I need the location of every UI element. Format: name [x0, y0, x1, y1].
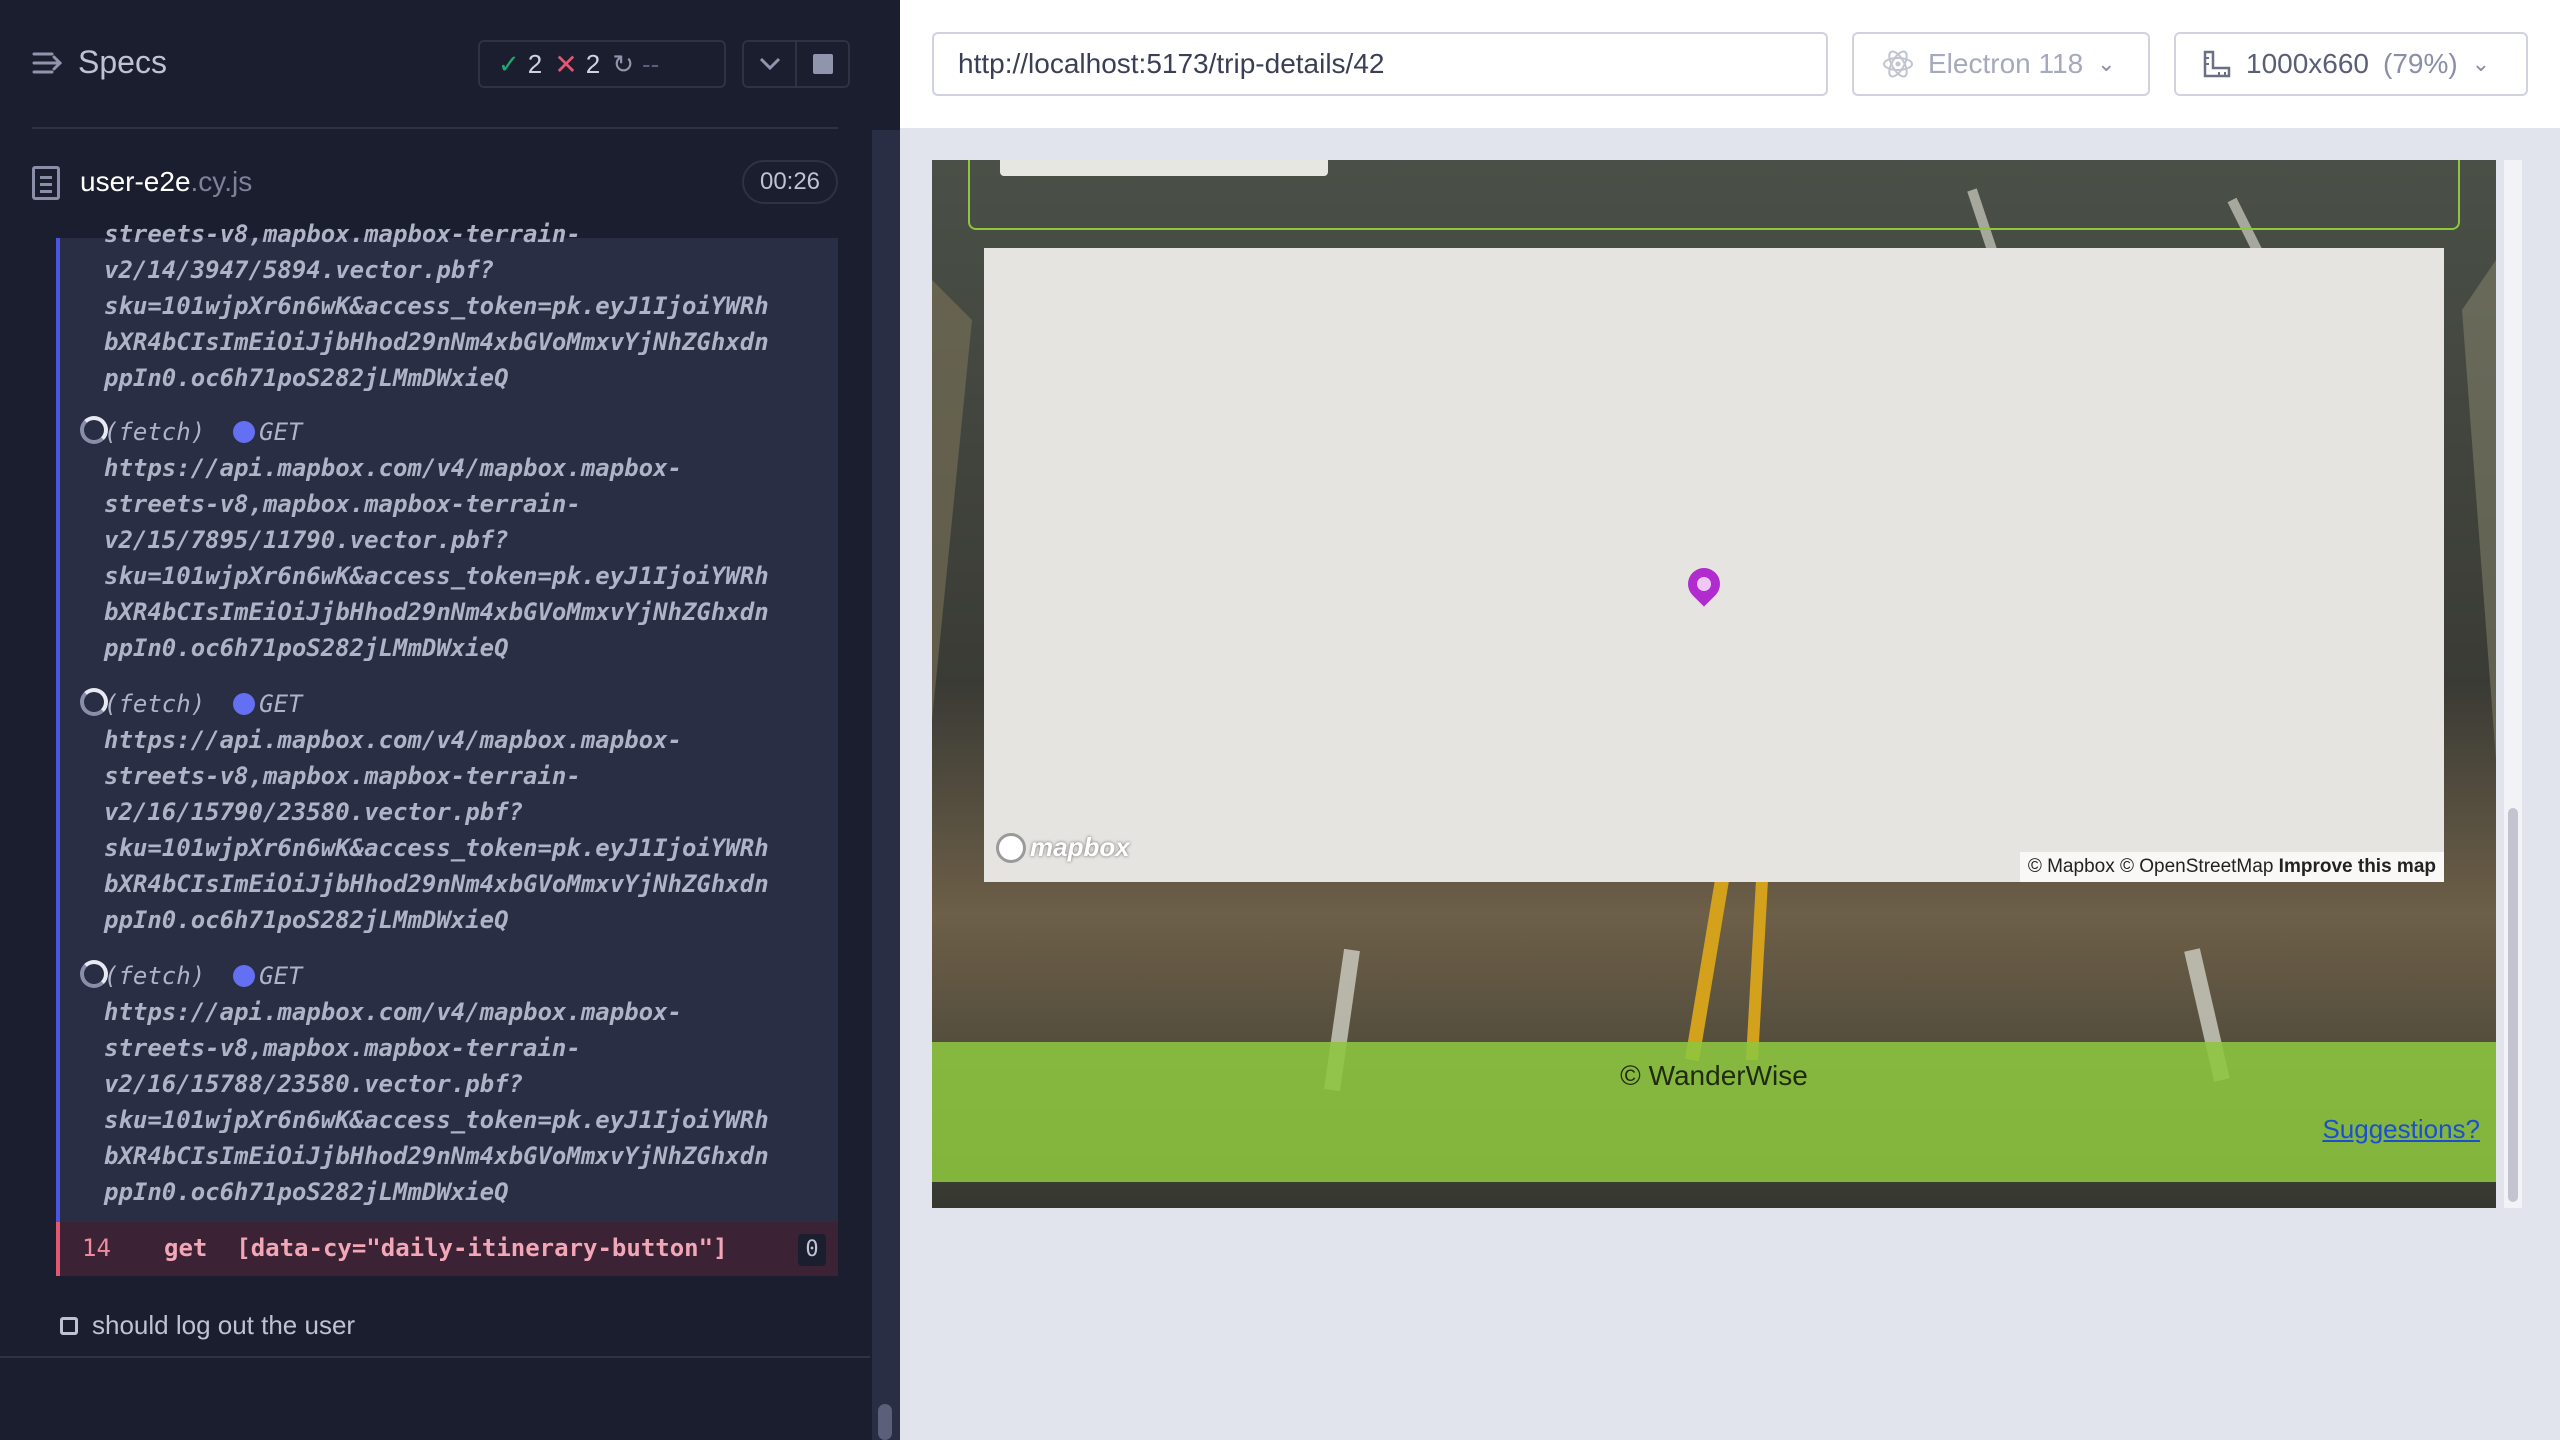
trip-map[interactable]: mapbox © Mapbox © OpenStreetMap Improve …: [984, 248, 2444, 882]
failed-command[interactable]: 14 get [data-cy="daily-itinerary-button"…: [56, 1222, 838, 1276]
fetch-command[interactable]: (fetch) GET: [104, 414, 303, 450]
command-text: get [data-cy="daily-itinerary-button"]: [164, 1234, 728, 1262]
pending-dot-icon: [233, 693, 256, 715]
specs-title[interactable]: Specs: [78, 44, 167, 81]
chevron-down-icon[interactable]: [744, 42, 795, 86]
improve-map-link[interactable]: Improve this map: [2279, 856, 2436, 877]
document-icon: [32, 166, 60, 200]
aut-header: http://localhost:5173/trip-details/42 El…: [900, 0, 2560, 128]
log-line: streets-v8,mapbox.mapbox-terrain-: [104, 1034, 581, 1062]
mapbox-mark-icon: [996, 832, 1026, 863]
failed-stat: ✕ 2: [554, 48, 600, 81]
header-divider: [32, 127, 838, 129]
location-pin-icon[interactable]: [1681, 561, 1727, 607]
log-line: sku=101wjpXr6n6wK&access_token=pk.eyJ1Ij…: [104, 292, 769, 320]
reporter-scroll-thumb[interactable]: [878, 1404, 892, 1440]
footer-copyright: © WanderWise: [1620, 1060, 1808, 1091]
command-name: (fetch): [104, 690, 206, 718]
url-field[interactable]: http://localhost:5173/trip-details/42: [932, 32, 1828, 96]
log-line: https://api.mapbox.com/v4/mapbox.mapbox-: [104, 454, 682, 482]
x-icon: ✕: [554, 48, 578, 80]
spec-file-name: user-e2e.cy.js: [80, 166, 252, 198]
mapbox-logo[interactable]: mapbox: [996, 832, 1130, 863]
test-status-icon: [60, 1316, 78, 1335]
viewport-size: 1000x660: [2246, 48, 2370, 79]
log-line: https://api.mapbox.com/v4/mapbox.mapbox-: [104, 998, 682, 1026]
reporter-panel: Specs ✓ 2 ✕ 2 ↻ -- user-e2e.cy.js 00:26 …: [0, 0, 900, 1440]
pending-dot-icon: [233, 965, 256, 987]
app-scroll-thumb[interactable]: [2508, 808, 2518, 1202]
spec-duration: 00:26: [742, 160, 838, 204]
header-tab: [1000, 160, 1328, 176]
log-line: streets-v8,mapbox.mapbox-terrain-: [104, 490, 581, 518]
check-icon: ✓: [498, 48, 520, 79]
command-number: 14: [82, 1234, 111, 1262]
pending-dot-icon: [233, 421, 256, 443]
spinner-icon: ↻: [612, 48, 634, 79]
http-method: GET: [259, 962, 303, 990]
spec-name: user-e2e: [80, 166, 191, 197]
run-controls: [742, 40, 850, 88]
log-line: sku=101wjpXr6n6wK&access_token=pk.eyJ1Ij…: [104, 562, 769, 590]
app-under-test-panel: http://localhost:5173/trip-details/42 El…: [900, 0, 2560, 1440]
ruler-icon: [2203, 50, 2231, 78]
stop-icon: [812, 54, 833, 74]
log-line: bXR4bCIsImEiOiJjbHhod29nNm4xbGVoMmxvYjNh…: [104, 870, 769, 898]
test-item[interactable]: should log out the user: [56, 1310, 355, 1341]
browser-name: Electron 118: [1928, 48, 2084, 79]
http-method: GET: [259, 418, 303, 446]
pending-stat: ↻ --: [612, 49, 659, 80]
log-line: ppIn0.oc6h71poS282jLMmDWxieQ: [104, 634, 509, 662]
app-iframe: mapbox © Mapbox © OpenStreetMap Improve …: [932, 160, 2496, 1208]
suggestions-link[interactable]: Suggestions?: [2322, 1114, 2480, 1145]
viewport-zoom: (79%): [2383, 48, 2458, 79]
reporter-scrollbar[interactable]: [872, 130, 900, 1440]
log-line: ppIn0.oc6h71poS282jLMmDWxieQ: [104, 1178, 509, 1206]
reporter-header: Specs ✓ 2 ✕ 2 ↻ --: [0, 0, 900, 130]
log-line: sku=101wjpXr6n6wK&access_token=pk.eyJ1Ij…: [104, 1106, 769, 1134]
command-name: (fetch): [104, 962, 206, 990]
browser-selector[interactable]: Electron 118 ⌄: [1852, 32, 2150, 96]
page-footer: © WanderWise Suggestions?: [932, 1042, 2496, 1182]
command-log-accent: [56, 238, 60, 1222]
log-line: streets-v8,mapbox.mapbox-terrain-: [104, 220, 581, 248]
log-line: v2/15/7895/11790.vector.pbf?: [104, 526, 509, 554]
stop-button[interactable]: [795, 42, 848, 86]
map-attribution: © Mapbox © OpenStreetMap Improve this ma…: [2019, 852, 2444, 882]
failed-count: 2: [585, 48, 601, 79]
log-line: bXR4bCIsImEiOiJjbHhod29nNm4xbGVoMmxvYjNh…: [104, 598, 769, 626]
command-name: (fetch): [104, 418, 206, 446]
http-method: GET: [259, 690, 303, 718]
passed-count: 2: [527, 48, 543, 79]
passed-stat: ✓ 2: [498, 49, 542, 80]
cypress-runner: Specs ✓ 2 ✕ 2 ↻ -- user-e2e.cy.js 00:26 …: [0, 0, 2560, 1440]
fetch-command[interactable]: (fetch) GET: [104, 958, 303, 994]
element-count-badge: 0: [798, 1234, 826, 1266]
log-line: v2/16/15790/23580.vector.pbf?: [104, 798, 524, 826]
specs-list-toggle-icon[interactable]: [32, 48, 63, 78]
electron-icon: [1883, 50, 1913, 78]
log-line: v2/16/15788/23580.vector.pbf?: [104, 1070, 524, 1098]
chevron-down-icon: ⌄: [2471, 51, 2491, 76]
pending-count: --: [642, 48, 660, 79]
log-line: v2/14/3947/5894.vector.pbf?: [104, 256, 495, 284]
log-line: ppIn0.oc6h71poS282jLMmDWxieQ: [104, 364, 509, 392]
fetch-command[interactable]: (fetch) GET: [104, 686, 303, 722]
log-line: bXR4bCIsImEiOiJjbHhod29nNm4xbGVoMmxvYjNh…: [104, 1142, 769, 1170]
footer-divider: [0, 1356, 870, 1358]
test-title: should log out the user: [92, 1310, 356, 1340]
viewport-selector[interactable]: 1000x660 (79%) ⌄: [2174, 32, 2528, 96]
test-stats: ✓ 2 ✕ 2 ↻ --: [478, 40, 726, 88]
chevron-down-icon: ⌄: [2097, 51, 2116, 76]
mapbox-wordmark: mapbox: [1030, 832, 1130, 862]
log-line: bXR4bCIsImEiOiJjbHhod29nNm4xbGVoMmxvYjNh…: [104, 328, 769, 356]
log-line: ppIn0.oc6h71poS282jLMmDWxieQ: [104, 906, 509, 934]
log-line: https://api.mapbox.com/v4/mapbox.mapbox-: [104, 726, 682, 754]
log-line: sku=101wjpXr6n6wK&access_token=pk.eyJ1Ij…: [104, 834, 769, 862]
log-line: streets-v8,mapbox.mapbox-terrain-: [104, 762, 581, 790]
attribution-text[interactable]: © Mapbox © OpenStreetMap: [2028, 856, 2274, 877]
spec-ext: .cy.js: [190, 166, 253, 197]
